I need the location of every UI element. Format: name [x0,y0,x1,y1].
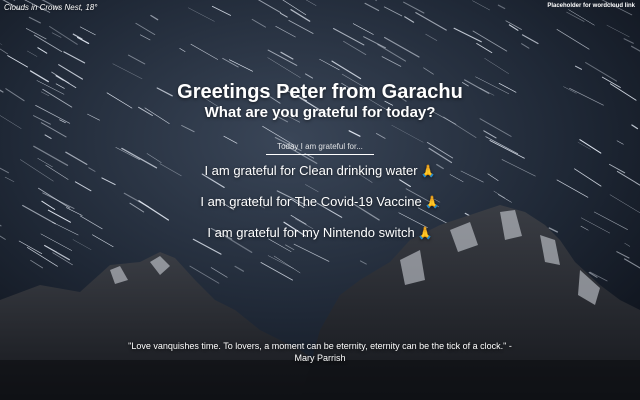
grateful-item-text: I am grateful for my Nintendo switch [207,225,415,240]
praying-hands-icon: 🙏 [424,195,440,209]
grateful-input[interactable] [266,142,374,152]
grateful-item-text: I am grateful for The Covid-19 Vaccine [200,194,422,209]
grateful-item: I am grateful for Clean drinking water 🙏 [0,163,640,179]
grateful-item: I am grateful for The Covid-19 Vaccine 🙏 [0,194,640,210]
quote-text: "Love vanquishes time. To lovers, a mome… [128,341,512,363]
greeting-question: What are you grateful for today? [204,104,436,121]
grateful-item: I am grateful for my Nintendo switch 🙏 [0,225,640,241]
greeting-title: Greetings Peter from Garachu [177,81,463,103]
weather-text: Clouds in Crows Nest, 18° [4,3,98,12]
wordcloud-link[interactable]: Placeholder for wordcloud link [547,3,635,9]
grateful-input-wrapper [266,136,374,155]
grateful-list: I am grateful for Clean drinking water 🙏 … [0,163,640,241]
main-content: Greetings Peter from Garachu What are yo… [0,80,640,256]
praying-hands-icon: 🙏 [417,226,433,240]
grateful-item-text: I am grateful for Clean drinking water [204,163,418,178]
praying-hands-icon: 🙏 [420,164,436,178]
